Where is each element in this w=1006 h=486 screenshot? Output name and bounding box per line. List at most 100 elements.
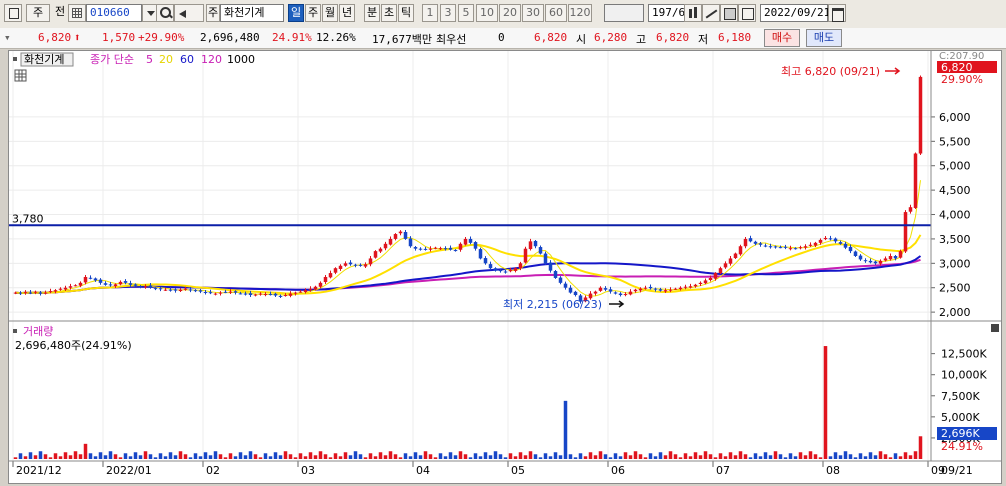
table-icon[interactable] xyxy=(14,69,27,82)
interval-20[interactable]: 20 xyxy=(499,4,521,22)
open-label: 시 xyxy=(576,33,587,46)
volume-bar xyxy=(568,454,573,459)
candle-body xyxy=(623,294,628,296)
search-icon[interactable] xyxy=(156,4,174,22)
price-tick-label: 4,500 xyxy=(939,184,971,197)
panel-close-icon[interactable] xyxy=(991,324,999,332)
candle-body xyxy=(603,288,608,290)
volume-bar xyxy=(843,451,848,459)
volume-bar xyxy=(238,452,243,459)
volume-bar xyxy=(858,453,863,459)
candle-body xyxy=(138,286,143,288)
chart-area[interactable]: 6,000 5,500 5,000 4,500 4,000 3,500 3,000 2,500… xyxy=(8,50,1002,484)
volume-bar xyxy=(443,456,448,459)
options-icon[interactable] xyxy=(738,4,756,22)
buy-button[interactable]: 매수 xyxy=(764,29,800,47)
candle-body xyxy=(418,248,423,250)
custom-interval-input[interactable] xyxy=(604,4,644,22)
tab-week[interactable]: 주 xyxy=(305,4,321,22)
stock-code-input[interactable]: 010660 xyxy=(86,4,142,22)
tab-minute[interactable]: 분 xyxy=(364,4,380,22)
price-tick-label: 5,500 xyxy=(939,135,971,148)
save-icon[interactable] xyxy=(720,4,738,22)
interval-10[interactable]: 10 xyxy=(476,4,498,22)
volume-bar xyxy=(613,453,618,459)
candle-body xyxy=(878,260,883,264)
legend-type[interactable]: 종가 단순 xyxy=(90,53,134,66)
chart-canvas[interactable]: 6,000 5,500 5,000 4,500 4,000 3,500 3,000 2,500… xyxy=(9,51,1001,483)
volume-bar xyxy=(278,455,283,459)
volume-bar xyxy=(18,453,23,459)
interval-1[interactable]: 1 xyxy=(422,4,438,22)
volume-bar xyxy=(83,443,88,459)
volume-bar xyxy=(128,456,133,459)
candle-body xyxy=(403,231,408,239)
volume-bar xyxy=(498,454,503,459)
legend-ma120[interactable]: 120 xyxy=(201,53,222,66)
legend-ma1000[interactable]: 1000 xyxy=(227,53,255,66)
candle-body xyxy=(913,153,918,208)
candle-body xyxy=(708,277,713,281)
date-input[interactable]: 2022/09/21 xyxy=(760,4,830,22)
candle-body xyxy=(38,292,43,294)
candle-body xyxy=(688,286,693,288)
candle-body xyxy=(678,287,683,290)
window-icon[interactable] xyxy=(4,4,22,22)
interval-3[interactable]: 3 xyxy=(440,4,456,22)
candle-body xyxy=(553,271,558,278)
candle-body xyxy=(158,288,163,290)
volume-bar xyxy=(413,452,418,459)
bar-count-value: 197 xyxy=(652,6,672,19)
candle-body xyxy=(568,287,573,293)
candle-icon[interactable] xyxy=(684,4,702,22)
volume-bar xyxy=(668,451,673,459)
volume-bar xyxy=(743,454,748,459)
legend-ma20[interactable]: 20 xyxy=(159,53,173,66)
volume-bar xyxy=(53,453,58,459)
interval-30[interactable]: 30 xyxy=(522,4,544,22)
volume-bar xyxy=(803,455,808,459)
volume-title[interactable]: 거래량 xyxy=(23,325,53,338)
tab-year[interactable]: 년 xyxy=(339,4,355,22)
volume-badge-pct: 24.91% xyxy=(941,440,983,453)
candle-body xyxy=(318,282,323,287)
candle-body xyxy=(808,244,813,246)
candle-body xyxy=(868,260,873,263)
tab-day[interactable]: 일 xyxy=(288,4,304,22)
volume-bar xyxy=(323,454,328,459)
volume-bar xyxy=(848,454,853,459)
candle-body xyxy=(438,248,443,250)
volume-bar xyxy=(63,452,68,459)
volume-bar xyxy=(68,455,73,459)
dropdown-icon[interactable]: ▾ xyxy=(4,31,11,44)
volume-bar xyxy=(633,451,638,459)
volume-bar xyxy=(828,456,833,459)
tab-tick[interactable]: 틱 xyxy=(398,4,414,22)
candle-body xyxy=(238,293,243,295)
legend-ma60[interactable]: 60 xyxy=(180,53,194,66)
tab-second[interactable]: 초 xyxy=(381,4,397,22)
grid-icon[interactable] xyxy=(68,4,86,22)
jeon-prefix[interactable]: 주 xyxy=(206,4,220,22)
candle-body xyxy=(13,292,18,294)
horizontal-line-label: 3,780 xyxy=(12,212,44,225)
volume-bar xyxy=(543,453,548,459)
sell-button[interactable]: 매도 xyxy=(806,29,842,47)
interval-120[interactable]: 120 xyxy=(568,4,592,22)
interval-5[interactable]: 5 xyxy=(458,4,474,22)
mode-select[interactable]: 주 xyxy=(26,4,50,22)
volume-bar xyxy=(308,452,313,459)
line-tool-icon[interactable] xyxy=(702,4,720,22)
sound-icon[interactable] xyxy=(174,4,204,22)
volume-bar xyxy=(333,453,338,459)
candle-body xyxy=(23,292,28,294)
interval-60[interactable]: 60 xyxy=(545,4,567,22)
candle-body xyxy=(378,248,383,252)
volume-bar xyxy=(553,452,558,459)
legend-ma5[interactable]: 5 xyxy=(146,53,153,66)
candle-body xyxy=(313,286,318,290)
tab-month[interactable]: 월 xyxy=(322,4,338,22)
stock-name-field: 화천기계 xyxy=(220,4,284,22)
calendar-icon[interactable] xyxy=(828,4,846,22)
candle-body xyxy=(113,284,118,287)
